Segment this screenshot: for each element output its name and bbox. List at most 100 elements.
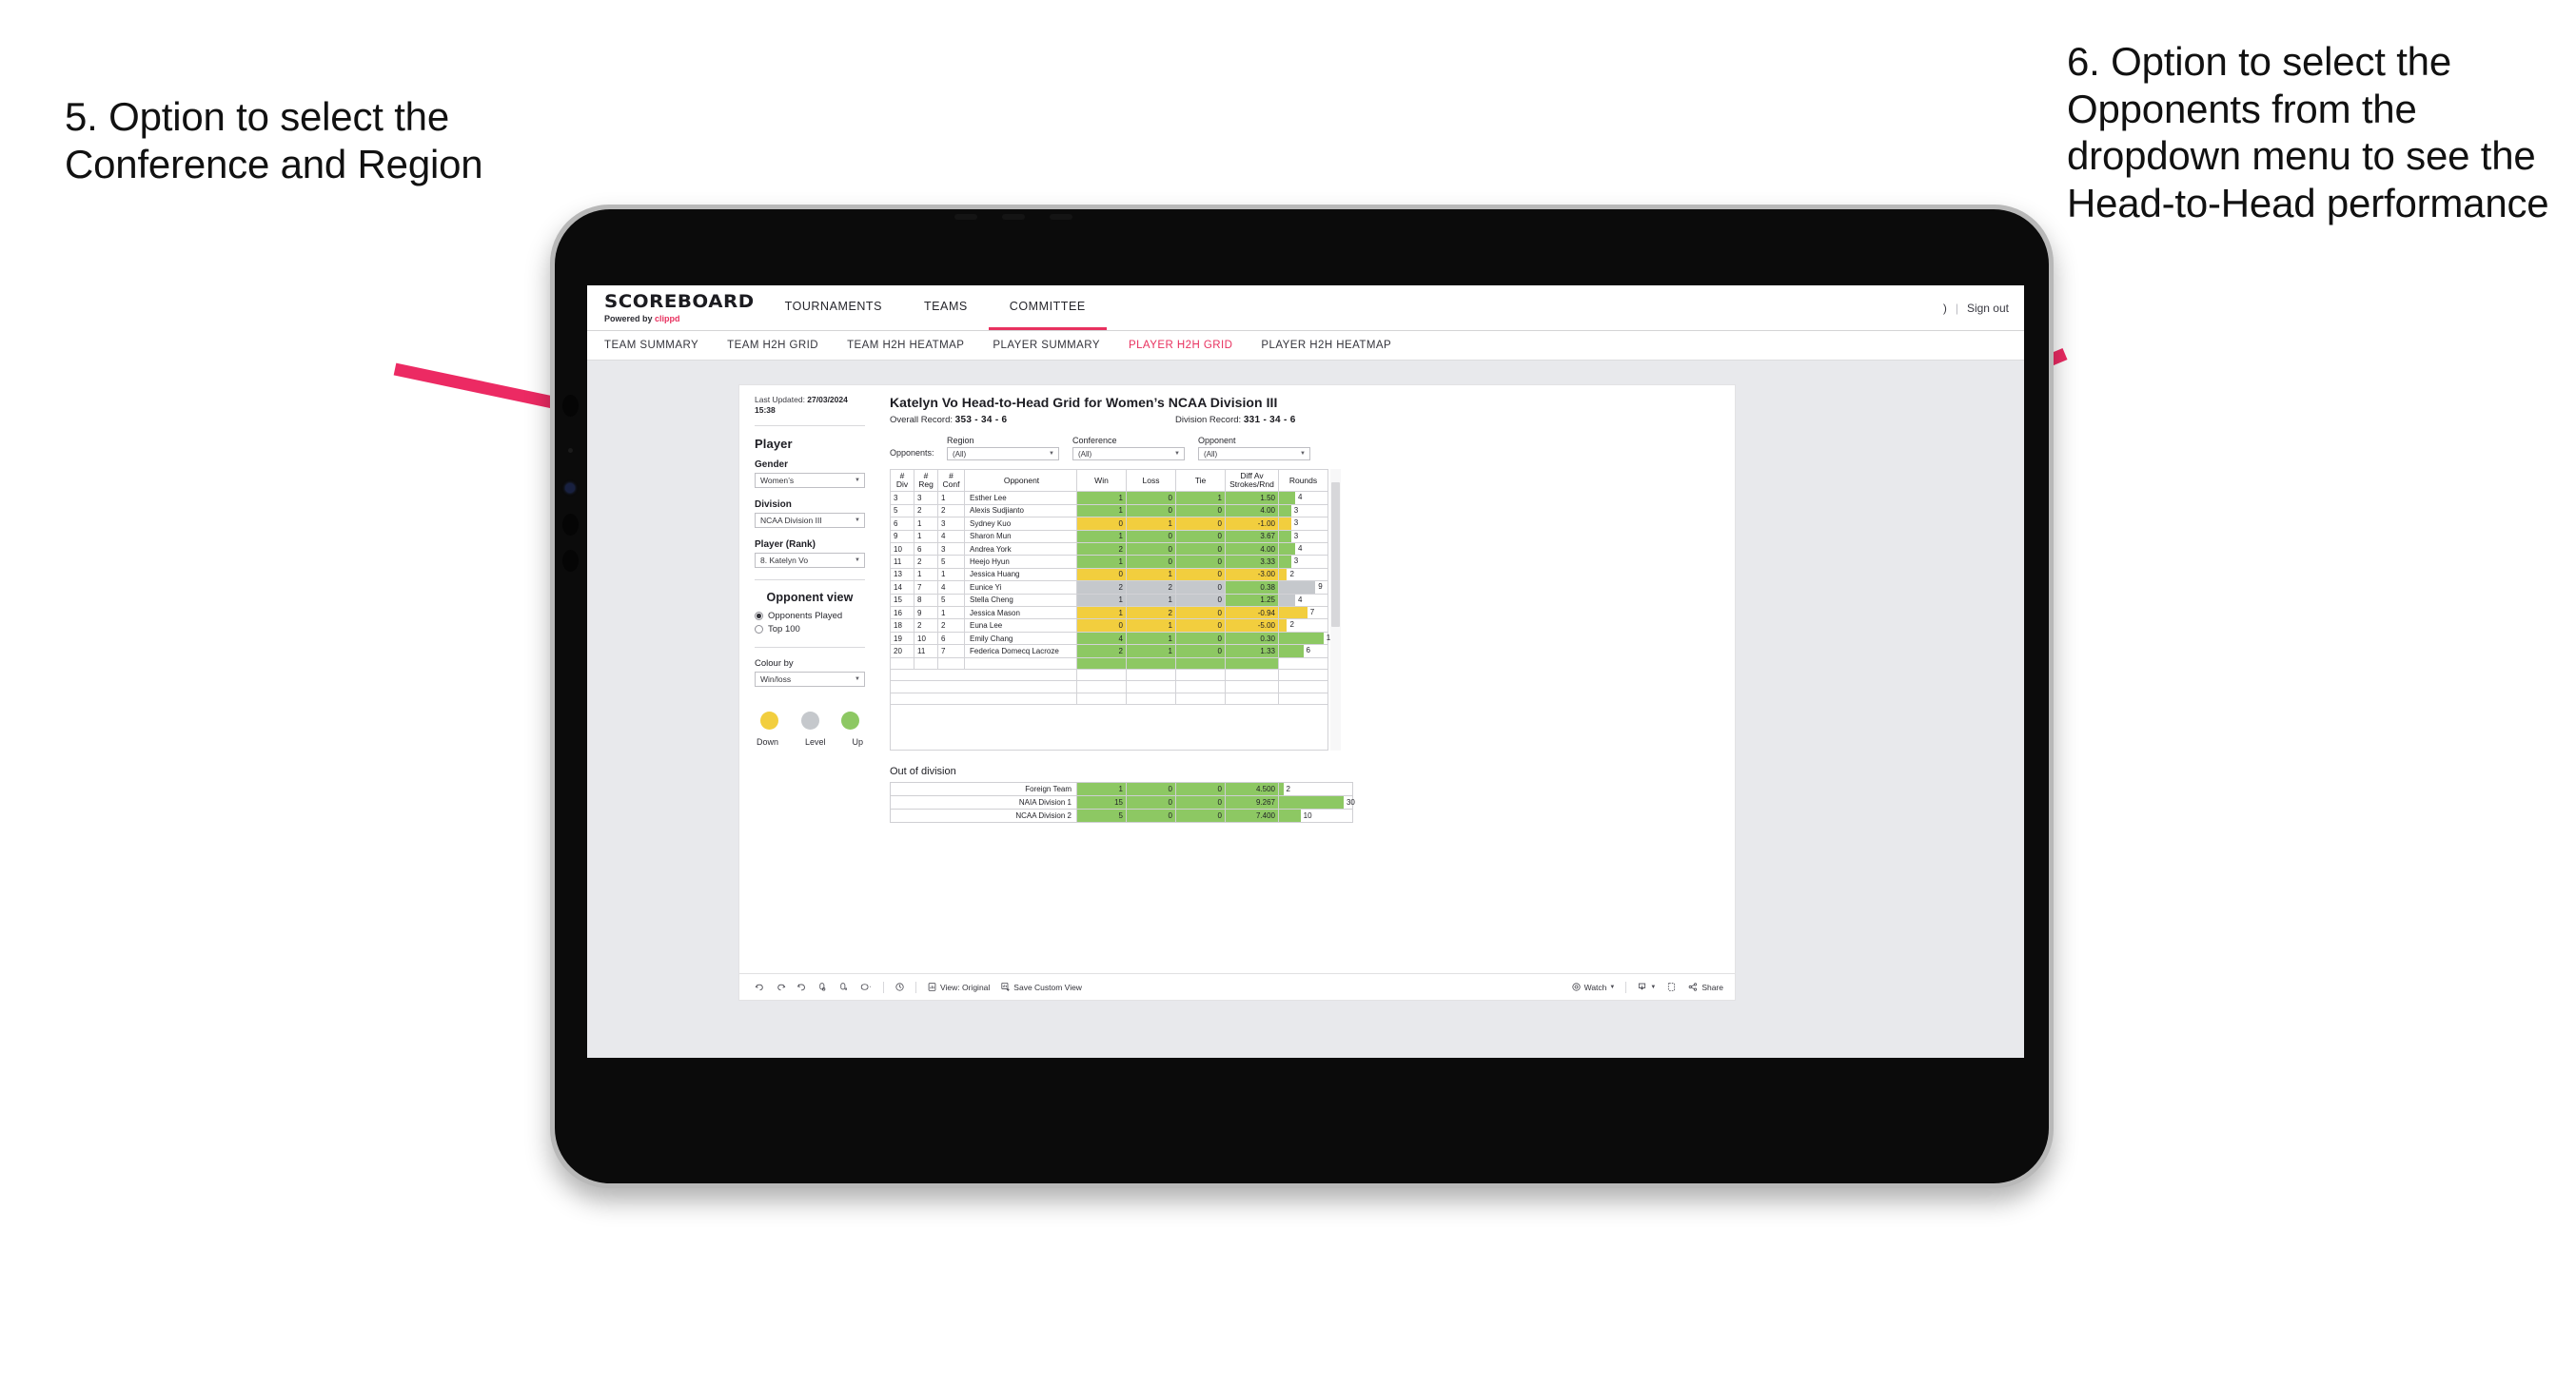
cell-win: 1 [1076,605,1127,620]
cell-loss: 0 [1126,503,1176,518]
player-rank-select[interactable]: 8. Katelyn Vo ▼ [755,552,865,568]
cell-div: 15 [890,593,914,608]
viz-toolbar: View: Original Save Custom View Watch ▼ [739,973,1735,1000]
table-row[interactable]: 9 1 4 Sharon Mun 1 0 0 3.67 3 [890,529,1328,543]
highlight-dropdown-button[interactable] [859,982,873,992]
subnav-team-h2h-heatmap[interactable]: TEAM H2H HEATMAP [847,340,964,351]
nav-committee[interactable]: COMMITTEE [988,285,1107,330]
cell-conf: 5 [937,593,965,608]
save-custom-view-button[interactable]: Save Custom View [1000,982,1082,992]
col-loss: Loss [1126,468,1176,493]
cell-reg: 7 [914,580,938,595]
table-row[interactable]: 6 1 3 Sydney Kuo 0 1 0 -1.00 3 [890,517,1328,531]
cell-opponent: Eunice Yi [964,580,1077,595]
nav-tournaments[interactable]: TOURNAMENTS [764,285,903,330]
grid-header: #Div #Reg #Conf Opponent Win Loss Tie [890,468,1328,493]
region-filter-value: (All) [953,449,967,459]
subnav-player-h2h-heatmap[interactable]: PLAYER H2H HEATMAP [1261,340,1391,351]
cell-conf: 1 [937,491,965,505]
table-row[interactable]: 3 3 1 Esther Lee 1 0 1 1.50 4 [890,491,1328,505]
table-row[interactable]: 20 11 7 Federica Domecq Lacroze 2 1 0 1.33 6 [890,644,1328,658]
nav-teams[interactable]: TEAMS [903,285,989,330]
legend-swatch-up [841,711,859,730]
subnav-team-h2h-grid[interactable]: TEAM H2H GRID [727,340,818,351]
subnav-team-summary[interactable]: TEAM SUMMARY [604,340,698,351]
tablet-screen: SCOREBOARD Powered by clippd TOURNAMENTS… [587,285,2024,1058]
table-row[interactable]: 15 8 5 Stella Cheng 1 1 0 1.25 4 [890,593,1328,608]
gender-select[interactable]: Women’s ▼ [755,472,865,488]
opponent-filter-select[interactable]: (All) ▼ [1198,447,1310,460]
cell-conf: 2 [937,503,965,518]
sign-out-link[interactable]: Sign out [1967,302,2009,315]
cell-rounds: 9 [1278,580,1328,595]
radio-opponents-played-label: Opponents Played [768,610,843,621]
rounds-value: 30 [1346,798,1355,808]
division-select[interactable]: NCAA Division III ▼ [755,512,865,528]
scrollbar-thumb[interactable] [1331,482,1340,627]
cell-tie: 0 [1175,580,1226,595]
out-of-division-row[interactable]: NAIA Division 1 15 0 0 9.267 30 [890,795,1355,810]
cell-div: 13 [890,567,914,582]
clippd-name: clippd [655,313,680,323]
cell-conf: 6 [937,631,965,646]
subnav-player-h2h-grid[interactable]: PLAYER H2H GRID [1129,340,1232,351]
rounds-bar [1279,581,1316,594]
brand-logo[interactable]: SCOREBOARD Powered by clippd [587,285,764,330]
undo-history-button[interactable] [895,982,905,992]
chevron-down-icon: ▼ [1609,984,1616,990]
conference-filter: Conference (All) ▼ [1072,436,1185,460]
main-navigation: TOURNAMENTS TEAMS COMMITTEE [764,285,1107,330]
out-of-division-row[interactable]: Foreign Team 1 0 0 4.500 2 [890,782,1353,797]
cell-win: 1 [1076,593,1127,608]
powered-by-text: Powered by [604,313,656,323]
rounds-value: 11 [1324,633,1334,644]
table-row[interactable]: 14 7 4 Eunice Yi 2 2 0 0.38 9 [890,580,1328,595]
cell-ood-diff: 4.500 [1225,782,1279,797]
grid-vertical-scrollbar[interactable] [1330,469,1341,752]
rounds-bar [1279,645,1304,657]
conference-filter-label: Conference [1072,436,1117,445]
pause-auto-updates-button[interactable] [838,982,849,992]
cell-loss: 0 [1126,491,1176,505]
download-button[interactable]: ▼ [1637,982,1656,992]
table-row[interactable]: 18 2 2 Euna Lee 0 1 0 -5.00 2 [890,618,1328,633]
rounds-bar [1279,568,1288,581]
out-of-division-row[interactable]: NCAA Division 2 5 0 0 7.400 10 [890,809,1353,824]
rounds-value: 6 [1306,646,1310,655]
fullscreen-button[interactable] [1666,982,1677,992]
radio-top-100[interactable]: Top 100 [755,624,865,634]
radio-opponents-played[interactable]: Opponents Played [755,611,865,621]
undo-button[interactable] [755,982,765,992]
table-row[interactable]: 13 1 1 Jessica Huang 0 1 0 -3.00 2 [890,567,1328,582]
last-updated-label: Last Updated: [755,395,808,404]
cell-conf: 3 [937,517,965,531]
table-row[interactable]: 16 9 1 Jessica Mason 1 2 0 -0.94 7 [890,605,1328,620]
cell-rounds: 11 [1278,631,1334,646]
col-conf: # Conf [937,468,965,493]
colour-by-select[interactable]: Win/loss ▼ [755,671,865,687]
revert-button[interactable] [796,982,807,992]
radio-top-100-label: Top 100 [768,623,800,634]
site-header: SCOREBOARD Powered by clippd TOURNAMENTS… [587,285,2024,331]
conference-filter-select[interactable]: (All) ▼ [1072,447,1185,460]
watch-button[interactable]: Watch ▼ [1571,982,1616,992]
page-title: Katelyn Vo Head-to-Head Grid for Women’s… [890,395,1278,410]
table-row[interactable]: 10 6 3 Andrea York 2 0 0 4.00 4 [890,541,1328,556]
camera-icon [562,395,579,417]
subnav-player-summary[interactable]: PLAYER SUMMARY [993,340,1100,351]
refresh-data-button[interactable] [817,982,828,992]
region-filter-select[interactable]: (All) ▼ [947,447,1059,460]
save-custom-view-label: Save Custom View [1013,982,1082,992]
share-button[interactable]: Share [1687,982,1723,992]
division-record: Division Record: 331 - 34 - 6 [1175,415,1296,425]
table-row[interactable]: 11 2 5 Heejo Hyun 1 0 0 3.33 3 [890,555,1328,569]
grid-content: Katelyn Vo Head-to-Head Grid for Women’s… [876,385,1735,973]
cell-div: 10 [890,541,914,556]
table-row[interactable]: 19106Emily Chang4100.3011 [890,631,1334,646]
redo-button[interactable] [776,982,786,992]
cell-tie: 0 [1175,605,1226,620]
front-camera-icon [565,483,575,493]
view-original-button[interactable]: View: Original [927,982,990,992]
table-row[interactable]: 5 2 2 Alexis Sudjianto 1 0 0 4.00 3 [890,503,1328,518]
cell-div: 19 [890,631,914,646]
